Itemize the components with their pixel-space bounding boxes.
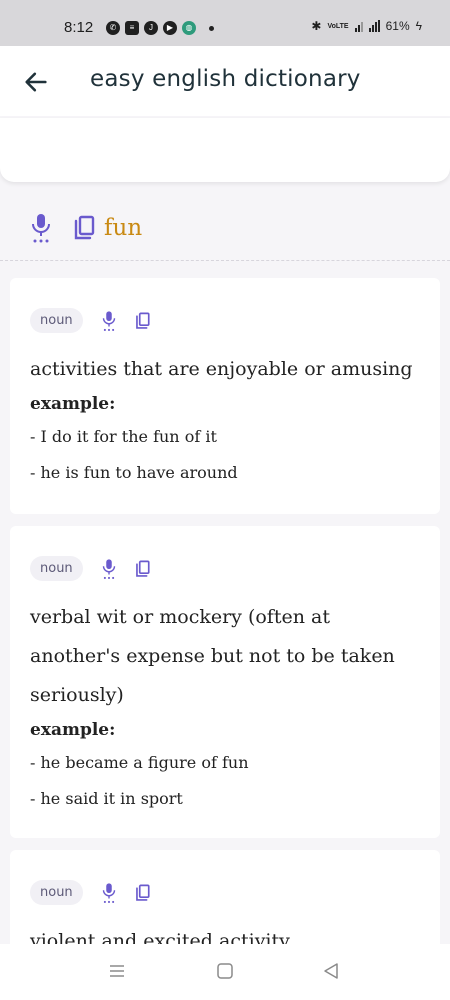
example-item: - he became a figure of fun bbox=[30, 753, 249, 772]
mic-icon[interactable] bbox=[30, 212, 52, 244]
definition-card: noun verbal wit or mockery (often at ano… bbox=[10, 526, 440, 838]
search-input[interactable] bbox=[0, 118, 450, 182]
card-body: activities that are enjoyable or amusing… bbox=[30, 350, 420, 491]
notification-icons: ✆ ≡ J ▶ ◍ bbox=[106, 21, 214, 35]
status-bar: 8:12 ✆ ≡ J ▶ ◍ ✱ VoLTE 61% ϟ bbox=[0, 0, 450, 46]
word-title: fun bbox=[104, 215, 143, 241]
more-notifications-icon bbox=[209, 25, 214, 31]
example-item: - I do it for the fun of it bbox=[30, 427, 217, 446]
bluetooth-icon: ✱ bbox=[311, 19, 322, 33]
copy-icon[interactable] bbox=[72, 215, 96, 241]
message-icon: ≡ bbox=[125, 21, 139, 35]
app-icon: ◍ bbox=[182, 21, 196, 35]
definition-text: activities that are enjoyable or amusing bbox=[30, 358, 413, 380]
signal-icon-2 bbox=[368, 20, 380, 32]
divider bbox=[0, 260, 450, 261]
card-header: noun bbox=[30, 880, 151, 905]
example-item: - he is fun to have around bbox=[30, 463, 238, 482]
card-header: noun bbox=[30, 308, 151, 333]
battery-level: 61% bbox=[385, 19, 410, 33]
part-of-speech-badge: noun bbox=[30, 556, 83, 581]
whatsapp-icon: ✆ bbox=[106, 21, 120, 35]
app-header: easy english dictionary bbox=[0, 46, 450, 116]
definition-card: noun activities that are enjoyable or am… bbox=[10, 278, 440, 514]
status-right: ✱ VoLTE 61% ϟ bbox=[311, 19, 422, 33]
signal-icon-1 bbox=[354, 20, 363, 32]
example-label: example: bbox=[30, 720, 116, 740]
word-row: fun bbox=[30, 210, 142, 246]
part-of-speech-badge: noun bbox=[30, 308, 83, 333]
recent-apps-icon[interactable] bbox=[108, 962, 126, 980]
arrow-left-icon[interactable] bbox=[22, 68, 50, 96]
mic-icon[interactable] bbox=[101, 310, 117, 332]
play-icon: ▶ bbox=[163, 21, 177, 35]
card-header: noun bbox=[30, 556, 151, 581]
system-nav-bar bbox=[0, 944, 450, 1000]
back-triangle-icon[interactable] bbox=[322, 962, 340, 980]
home-icon[interactable] bbox=[216, 962, 234, 980]
copy-icon[interactable] bbox=[134, 312, 151, 330]
example-label: example: bbox=[30, 394, 116, 414]
copy-icon[interactable] bbox=[134, 560, 151, 578]
volte-icon: VoLTE bbox=[327, 22, 349, 30]
part-of-speech-badge: noun bbox=[30, 880, 83, 905]
definition-text: verbal wit or mockery (often at another'… bbox=[30, 606, 395, 706]
charging-icon: ϟ bbox=[415, 19, 422, 33]
jio-icon: J bbox=[144, 21, 158, 35]
example-item: - he said it in sport bbox=[30, 789, 183, 808]
copy-icon[interactable] bbox=[134, 884, 151, 902]
status-time: 8:12 bbox=[64, 19, 94, 36]
page-title: easy english dictionary bbox=[90, 66, 361, 92]
card-body: verbal wit or mockery (often at another'… bbox=[30, 598, 420, 817]
mic-icon[interactable] bbox=[101, 882, 117, 904]
mic-icon[interactable] bbox=[101, 558, 117, 580]
